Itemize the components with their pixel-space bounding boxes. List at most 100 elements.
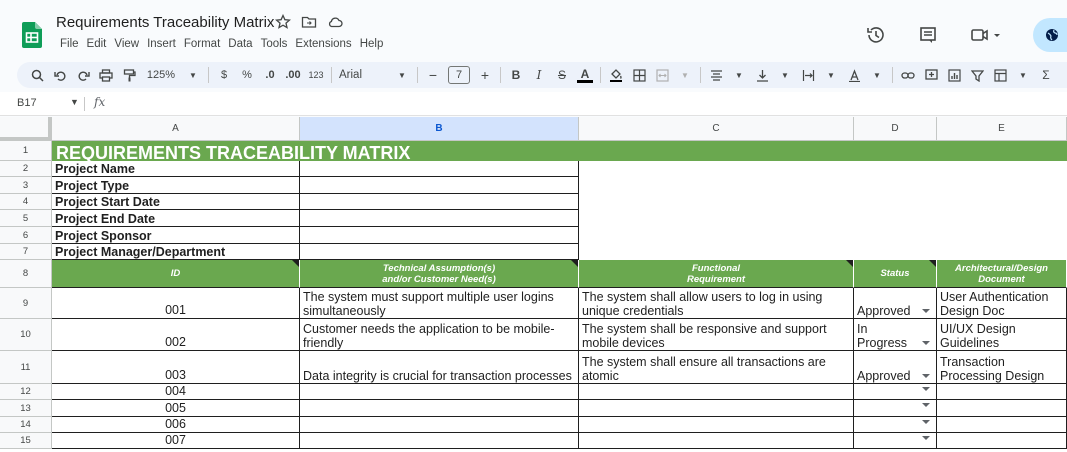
empty-cell[interactable] [579,161,854,177]
halign-caret-icon[interactable]: ▼ [731,65,747,85]
borders-icon[interactable] [631,65,647,85]
project-info-value[interactable] [300,227,579,244]
number-format-button[interactable]: 123 [308,65,324,85]
design-document-cell[interactable] [937,417,1067,433]
technical-assumption-cell[interactable]: Customer needs the application to be mob… [300,319,579,351]
design-document-cell[interactable]: UI/UX Design Guidelines [937,319,1067,351]
status-dropdown-cell[interactable] [854,384,937,400]
requirement-id-cell[interactable]: 006 [52,417,300,433]
menu-help[interactable]: Help [356,38,388,50]
header-technical-assumption[interactable]: Technical Assumption(s) and/or Customer N… [300,260,579,288]
name-box-caret-icon[interactable]: ▼ [70,97,79,107]
document-title[interactable]: Requirements Traceability Matrix [56,14,274,31]
project-info-value[interactable] [300,161,579,177]
filter-icon[interactable] [969,65,985,85]
vertical-align-icon[interactable] [754,65,770,85]
status-dropdown-cell[interactable] [854,417,937,433]
functions-button[interactable]: Σ [1038,65,1054,85]
row-header-12[interactable]: 12 [0,384,52,400]
empty-cell[interactable] [854,177,937,194]
fill-color-icon[interactable] [608,65,624,85]
menu-file[interactable]: File [56,38,83,50]
currency-format-button[interactable]: $ [216,65,232,85]
design-document-cell[interactable] [937,433,1067,449]
menu-data[interactable]: Data [224,38,256,50]
functional-requirement-cell[interactable]: The system shall ensure all transactions… [579,351,854,384]
project-info-value[interactable] [300,244,579,260]
row-header-15[interactable]: 15 [0,433,52,449]
design-document-cell[interactable]: Transaction Processing Design [937,351,1067,384]
empty-cell[interactable] [854,161,937,177]
row-header-4[interactable]: 4 [0,194,52,210]
empty-cell[interactable] [937,161,1067,177]
move-to-folder-icon[interactable] [301,14,317,30]
technical-assumption-cell[interactable]: Data integrity is crucial for transactio… [300,351,579,384]
search-menus-icon[interactable] [29,65,45,85]
sheet-title[interactable]: REQUIREMENTS TRACEABILITY MATRIX [52,141,1067,161]
star-icon[interactable] [274,13,292,30]
project-info-label[interactable]: Project Sponsor [52,227,300,244]
percent-format-button[interactable]: % [239,65,255,85]
increase-decimal-button[interactable]: .00 [285,65,301,85]
empty-cell[interactable] [937,194,1067,210]
empty-cell[interactable] [579,194,854,210]
functional-requirement-cell[interactable]: The system shall be responsive and suppo… [579,319,854,351]
empty-cell[interactable] [579,177,854,194]
menu-format[interactable]: Format [180,38,224,50]
font-family-select[interactable]: Arial [339,65,387,85]
status-dropdown-arrow-icon[interactable] [922,374,930,378]
header-status[interactable]: Status [854,260,937,288]
empty-cell[interactable] [854,244,937,260]
empty-cell[interactable] [937,227,1067,244]
empty-cell[interactable] [854,227,937,244]
technical-assumption-cell[interactable] [300,433,579,449]
row-header-3[interactable]: 3 [0,177,52,194]
share-button[interactable] [1033,18,1067,52]
row-header-13[interactable]: 13 [0,400,52,417]
project-info-label[interactable]: Project Manager/Department [52,244,300,260]
row-header-6[interactable]: 6 [0,227,52,244]
row-header-10[interactable]: 10 [0,319,52,351]
zoom-caret-icon[interactable]: ▼ [185,65,201,85]
design-document-cell[interactable] [937,400,1067,417]
functional-requirement-cell[interactable] [579,433,854,449]
empty-cell[interactable] [579,210,854,227]
column-header-c[interactable]: C [579,117,854,141]
technical-assumption-cell[interactable] [300,417,579,433]
status-dropdown-arrow-icon[interactable] [922,403,930,407]
design-document-cell[interactable]: User Authentication Design Doc [937,288,1067,319]
project-info-value[interactable] [300,210,579,227]
row-header-1[interactable]: 1 [0,141,52,161]
row-header-5[interactable]: 5 [0,210,52,227]
status-dropdown-arrow-icon[interactable] [922,436,930,440]
status-dropdown-cell[interactable]: Approved [854,351,937,384]
merge-cells-icon[interactable] [654,65,670,85]
filter-views-caret-icon[interactable]: ▼ [1015,65,1031,85]
requirement-id-cell[interactable]: 007 [52,433,300,449]
print-icon[interactable] [98,65,114,85]
status-dropdown-cell[interactable] [854,433,937,449]
menu-tools[interactable]: Tools [257,38,292,50]
status-dropdown-cell[interactable]: In Progress [854,319,937,351]
empty-cell[interactable] [937,244,1067,260]
design-document-cell[interactable] [937,384,1067,400]
column-header-a[interactable]: A [52,117,300,141]
version-history-icon[interactable] [865,24,887,46]
rotation-caret-icon[interactable]: ▼ [869,65,885,85]
paint-format-icon[interactable] [121,65,137,85]
empty-cell[interactable] [579,227,854,244]
menu-extensions[interactable]: Extensions [291,38,355,50]
text-color-button[interactable]: A [577,67,593,83]
header-design-document[interactable]: Architectural/Design Document [937,260,1067,288]
zoom-select[interactable]: 125% [144,65,178,85]
empty-cell[interactable] [579,244,854,260]
menu-edit[interactable]: Edit [83,38,111,50]
project-info-label[interactable]: Project End Date [52,210,300,227]
strikethrough-button[interactable]: S [554,65,570,85]
requirement-id-cell[interactable]: 003 [52,351,300,384]
functional-requirement-cell[interactable] [579,400,854,417]
header-id[interactable]: ID [52,260,300,288]
project-info-label[interactable]: Project Start Date [52,194,300,210]
font-caret-icon[interactable]: ▼ [394,65,410,85]
font-size-input[interactable]: 7 [448,66,470,84]
